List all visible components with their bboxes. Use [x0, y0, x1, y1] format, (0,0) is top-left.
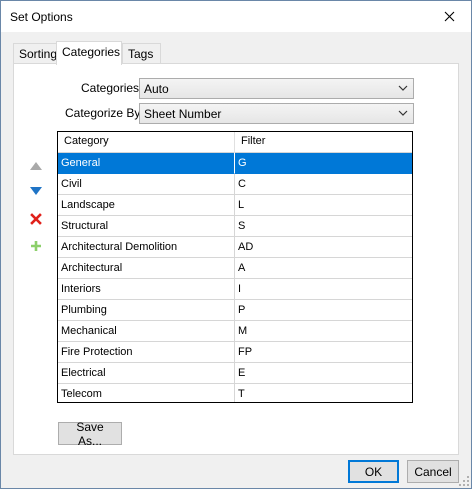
- category-cell[interactable]: Interiors: [58, 279, 235, 300]
- title-bar: Set Options: [1, 1, 471, 32]
- filter-cell[interactable]: E: [235, 363, 412, 384]
- table-row[interactable]: Structural S: [58, 216, 412, 237]
- categories-panel: Categories: Auto Categorize By: Sheet Nu…: [13, 63, 459, 455]
- close-button[interactable]: [427, 1, 471, 31]
- table-row[interactable]: Telecom T: [58, 384, 412, 402]
- delete-icon: [30, 213, 42, 225]
- save-as-button[interactable]: Save As...: [58, 420, 122, 448]
- category-cell[interactable]: Plumbing: [58, 300, 235, 321]
- table-row[interactable]: Architectural A: [58, 258, 412, 279]
- tab-sorting[interactable]: Sorting: [13, 43, 57, 64]
- resize-grip-icon[interactable]: [459, 476, 469, 486]
- categories-dropdown[interactable]: Auto: [139, 78, 414, 99]
- category-cell[interactable]: General: [58, 153, 235, 174]
- filter-cell[interactable]: A: [235, 258, 412, 279]
- categorize-by-label: Categorize By:: [65, 106, 144, 120]
- categories-label: Categories:: [81, 81, 143, 95]
- category-cell[interactable]: Landscape: [58, 195, 235, 216]
- category-cell[interactable]: Structural: [58, 216, 235, 237]
- table-header: Category Filter: [58, 132, 412, 153]
- chevron-down-icon: [398, 85, 408, 91]
- category-cell[interactable]: Electrical: [58, 363, 235, 384]
- filter-cell[interactable]: L: [235, 195, 412, 216]
- tab-categories[interactable]: Categories: [56, 41, 122, 65]
- filter-cell[interactable]: S: [235, 216, 412, 237]
- cancel-button[interactable]: Cancel: [407, 460, 459, 483]
- filter-cell[interactable]: G: [235, 153, 412, 174]
- table-row[interactable]: Interiors I: [58, 279, 412, 300]
- categorize-by-dropdown[interactable]: Sheet Number: [139, 103, 414, 124]
- add-icon: [31, 241, 41, 251]
- tab-tags[interactable]: Tags: [122, 43, 161, 64]
- filter-cell[interactable]: P: [235, 300, 412, 321]
- filter-cell[interactable]: C: [235, 174, 412, 195]
- filter-cell[interactable]: T: [235, 384, 412, 402]
- table-row[interactable]: Fire Protection FP: [58, 342, 412, 363]
- categorize-by-value: Sheet Number: [144, 107, 222, 121]
- delete-button[interactable]: [27, 210, 45, 228]
- move-up-button[interactable]: [27, 157, 45, 175]
- category-cell[interactable]: Architectural Demolition: [58, 237, 235, 258]
- table-row[interactable]: Landscape L: [58, 195, 412, 216]
- table-row[interactable]: Civil C: [58, 174, 412, 195]
- close-icon: [444, 11, 454, 21]
- category-cell[interactable]: Fire Protection: [58, 342, 235, 363]
- table-row[interactable]: Architectural Demolition AD: [58, 237, 412, 258]
- set-options-dialog: Set Options Sorting Categories Tags Cate…: [0, 0, 472, 489]
- window-title: Set Options: [10, 10, 73, 24]
- move-down-button[interactable]: [27, 182, 45, 200]
- category-table[interactable]: Category Filter General G Civil C Landscape L…: [57, 131, 413, 403]
- table-row[interactable]: Plumbing P: [58, 300, 412, 321]
- ok-button[interactable]: OK: [348, 460, 399, 483]
- move-down-icon: [30, 187, 42, 195]
- filter-cell[interactable]: I: [235, 279, 412, 300]
- column-header-category[interactable]: Category: [58, 132, 235, 153]
- filter-cell[interactable]: FP: [235, 342, 412, 363]
- filter-cell[interactable]: M: [235, 321, 412, 342]
- categories-value: Auto: [144, 82, 169, 96]
- category-cell[interactable]: Architectural: [58, 258, 235, 279]
- table-row[interactable]: Mechanical M: [58, 321, 412, 342]
- move-up-icon: [30, 162, 42, 170]
- table-row[interactable]: General G: [58, 153, 412, 174]
- category-cell[interactable]: Telecom: [58, 384, 235, 402]
- add-button[interactable]: [27, 237, 45, 255]
- column-header-filter[interactable]: Filter: [235, 132, 412, 153]
- category-cell[interactable]: Mechanical: [58, 321, 235, 342]
- chevron-down-icon: [398, 110, 408, 116]
- category-cell[interactable]: Civil: [58, 174, 235, 195]
- table-body: General G Civil C Landscape L Structural S Archi…: [58, 153, 412, 402]
- table-row[interactable]: Electrical E: [58, 363, 412, 384]
- filter-cell[interactable]: AD: [235, 237, 412, 258]
